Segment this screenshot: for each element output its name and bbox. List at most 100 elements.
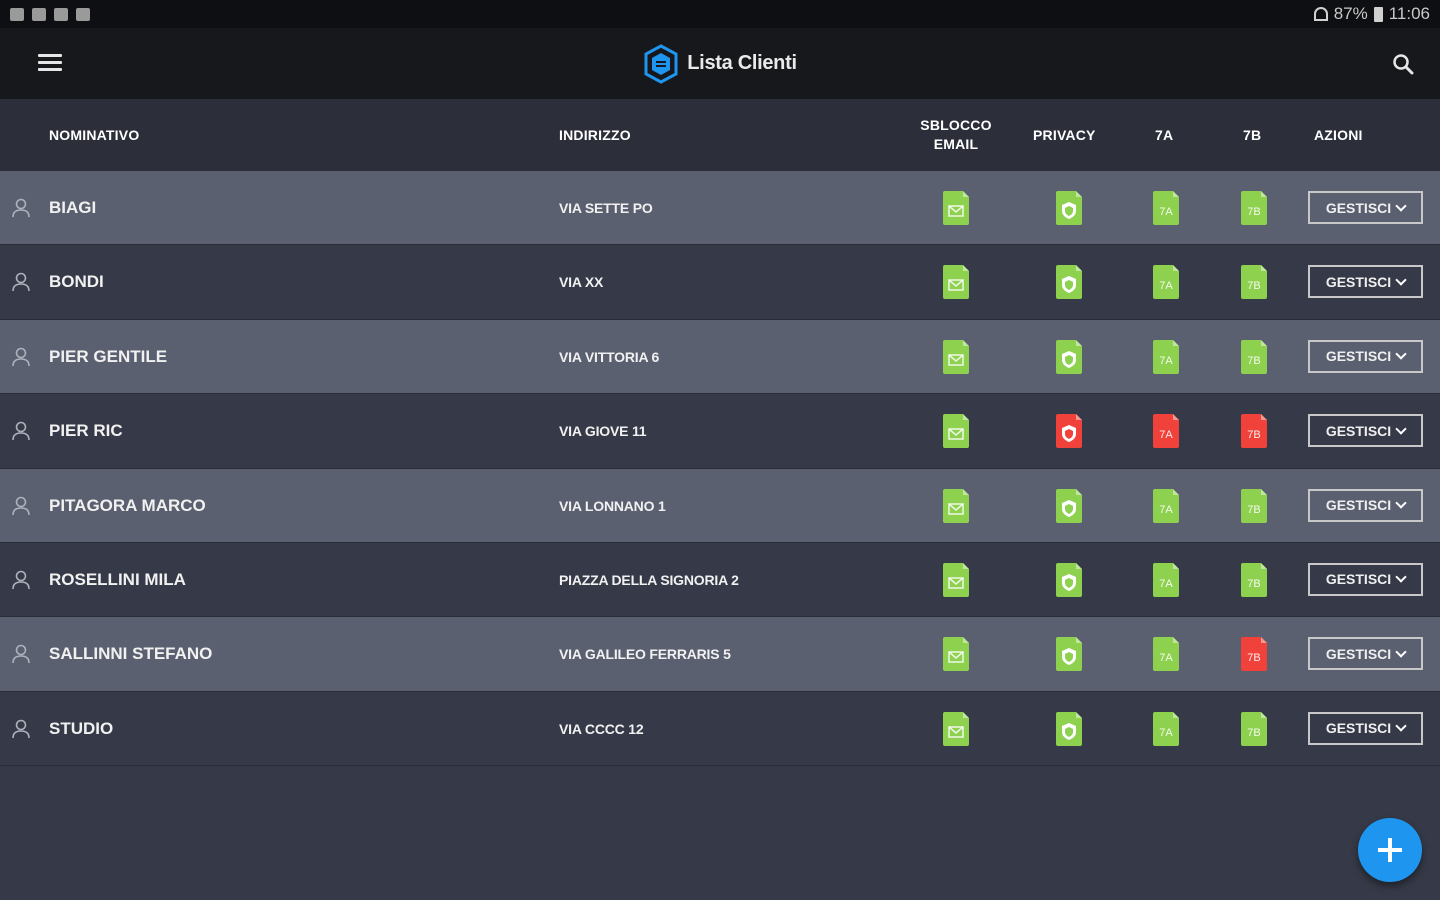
svg-text:7A: 7A	[1159, 355, 1173, 367]
privacy-shield-document-icon	[1056, 339, 1082, 374]
client-address: VIA GALILEO FERRARIS 5	[559, 646, 731, 663]
privacy-doc[interactable]	[1054, 487, 1084, 525]
client-address: PIAZZA DELLA SIGNORIA 2	[559, 571, 739, 588]
table-row[interactable]: STUDIO VIA CCCC 12 7A 7B GESTISCI	[0, 691, 1440, 767]
document-7a-icon: 7A	[1153, 711, 1179, 746]
email-unlock-doc[interactable]	[941, 635, 971, 673]
doc-7a[interactable]: 7A	[1151, 263, 1181, 301]
doc-7a[interactable]: 7A	[1151, 561, 1181, 599]
table-row[interactable]: ROSELLINI MILA PIAZZA DELLA SIGNORIA 2 7A 7…	[0, 542, 1440, 618]
app-bar: Lista Clienti	[0, 28, 1440, 99]
person-icon	[12, 347, 30, 366]
manage-dropdown-button[interactable]: GESTISCI	[1308, 414, 1423, 448]
header-name: NOMINATIVO	[49, 127, 140, 143]
email-unlock-doc[interactable]	[941, 710, 971, 748]
email-unlock-doc[interactable]	[941, 487, 971, 525]
document-7a-icon: 7A	[1153, 488, 1179, 523]
privacy-shield-document-icon	[1056, 711, 1082, 746]
email-document-icon	[943, 191, 969, 225]
svg-text:7B: 7B	[1247, 355, 1260, 367]
chevron-down-icon	[1395, 646, 1407, 658]
doc-7a[interactable]: 7A	[1151, 412, 1181, 450]
doc-7b[interactable]: 7B	[1239, 710, 1269, 748]
battery-percent: 87%	[1333, 4, 1368, 23]
doc-7a[interactable]: 7A	[1151, 710, 1181, 748]
person-icon	[12, 198, 30, 218]
doc-7b[interactable]: 7B	[1239, 487, 1269, 525]
table-row[interactable]: PIER GENTILE VIA VITTORIA 6 7A 7B GESTISCI	[0, 319, 1440, 395]
doc-7a[interactable]: 7A	[1151, 189, 1181, 227]
wifi-icon	[1313, 7, 1328, 21]
email-document-icon	[943, 711, 969, 746]
svg-text:7B: 7B	[1247, 206, 1260, 218]
svg-text:7A: 7A	[1159, 429, 1173, 441]
email-unlock-doc[interactable]	[941, 338, 971, 376]
svg-text:7A: 7A	[1159, 578, 1173, 590]
email-document-icon	[943, 339, 969, 374]
svg-text:7A: 7A	[1159, 280, 1173, 292]
manage-label: GESTISCI	[1325, 422, 1392, 439]
person-icon	[12, 421, 30, 441]
email-document-icon	[943, 488, 969, 523]
app-brand: Lista Clienti	[643, 43, 797, 84]
doc-7a[interactable]: 7A	[1151, 487, 1181, 525]
client-address: VIA XX	[559, 274, 604, 291]
privacy-shield-document-icon	[1056, 637, 1082, 672]
search-icon[interactable]	[1392, 53, 1414, 75]
doc-7b[interactable]: 7B	[1239, 263, 1269, 301]
doc-7b[interactable]: 7B	[1239, 338, 1269, 376]
page-title: Lista Clienti	[687, 52, 797, 74]
document-7a-icon: 7A	[1153, 414, 1179, 449]
doc-7b[interactable]: 7B	[1239, 635, 1269, 673]
svg-text:7B: 7B	[1247, 652, 1260, 664]
privacy-shield-document-icon	[1056, 414, 1082, 449]
manage-dropdown-button[interactable]: GESTISCI	[1308, 637, 1423, 671]
svg-text:7B: 7B	[1247, 429, 1260, 441]
privacy-doc[interactable]	[1054, 561, 1084, 599]
doc-7a[interactable]: 7A	[1151, 338, 1181, 376]
doc-7b[interactable]: 7B	[1239, 412, 1269, 450]
document-7b-icon: 7B	[1241, 265, 1267, 300]
manage-dropdown-button[interactable]: GESTISCI	[1308, 711, 1423, 745]
shield-logo-icon	[644, 43, 678, 84]
doc-7a[interactable]: 7A	[1151, 635, 1181, 673]
email-unlock-doc[interactable]	[941, 263, 971, 301]
header-privacy: PRIVACY	[1033, 127, 1096, 143]
privacy-doc[interactable]	[1054, 338, 1084, 376]
privacy-doc[interactable]	[1054, 263, 1084, 301]
table-row[interactable]: SALLINNI STEFANO VIA GALILEO FERRARIS 5 7A…	[0, 617, 1440, 692]
document-7b-icon: 7B	[1241, 711, 1267, 746]
manage-dropdown-button[interactable]: GESTISCI	[1308, 562, 1423, 596]
table-row[interactable]: PITAGORA MARCO VIA LONNANO 1 7A 7B GESTISCI	[0, 468, 1440, 543]
email-unlock-doc[interactable]	[941, 412, 971, 450]
menu-icon[interactable]	[38, 54, 62, 72]
document-7a-icon: 7A	[1153, 265, 1179, 300]
manage-dropdown-button[interactable]: GESTISCI	[1308, 265, 1423, 299]
privacy-doc[interactable]	[1054, 635, 1084, 673]
add-client-button[interactable]	[1358, 818, 1422, 882]
client-address: VIA CCCC 12	[559, 720, 644, 737]
chevron-down-icon	[1395, 720, 1407, 732]
doc-7b[interactable]: 7B	[1239, 189, 1269, 227]
manage-label: GESTISCI	[1325, 645, 1392, 662]
table-row[interactable]: BONDI VIA XX 7A 7B GESTISCI	[0, 245, 1440, 320]
privacy-doc[interactable]	[1054, 710, 1084, 748]
privacy-doc[interactable]	[1054, 189, 1084, 227]
email-document-icon	[943, 562, 969, 597]
privacy-doc[interactable]	[1054, 412, 1084, 450]
manage-dropdown-button[interactable]: GESTISCI	[1308, 488, 1423, 522]
manage-dropdown-button[interactable]: GESTISCI	[1308, 339, 1423, 373]
header-7a: 7A	[1155, 127, 1174, 143]
svg-text:7A: 7A	[1159, 504, 1173, 516]
document-7a-icon: 7A	[1153, 637, 1179, 672]
header-actions: AZIONI	[1314, 127, 1363, 143]
table-row[interactable]: PIER RIC VIA GIOVE 11 7A 7B GESTISCI	[0, 394, 1440, 469]
client-address: VIA LONNANO 1	[559, 497, 666, 514]
email-unlock-doc[interactable]	[941, 561, 971, 599]
document-7b-icon: 7B	[1241, 562, 1267, 597]
chevron-down-icon	[1395, 274, 1407, 286]
doc-7b[interactable]: 7B	[1239, 561, 1269, 599]
manage-dropdown-button[interactable]: GESTISCI	[1308, 191, 1423, 224]
table-row[interactable]: BIAGI VIA SETTE PO 7A 7B GESTISCI	[0, 171, 1440, 246]
email-unlock-doc[interactable]	[941, 189, 971, 227]
